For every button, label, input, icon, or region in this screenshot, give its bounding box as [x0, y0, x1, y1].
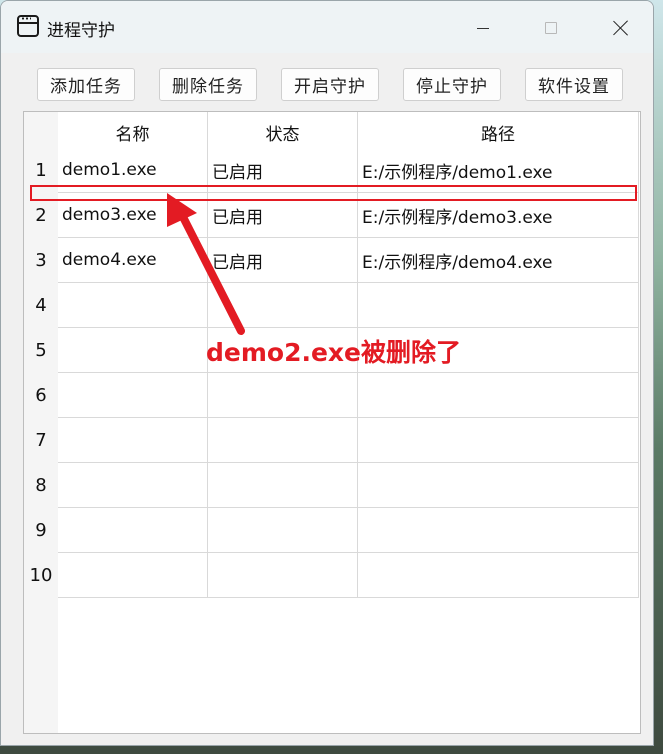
main-window: 进程守护 添加任务 删除任务 开启守护 停止守护 软件设置 名称 状态 路径 1… [0, 0, 654, 746]
annotation-arrow-icon [167, 193, 245, 335]
annotation-label: demo2.exe被删除了 [206, 338, 462, 367]
